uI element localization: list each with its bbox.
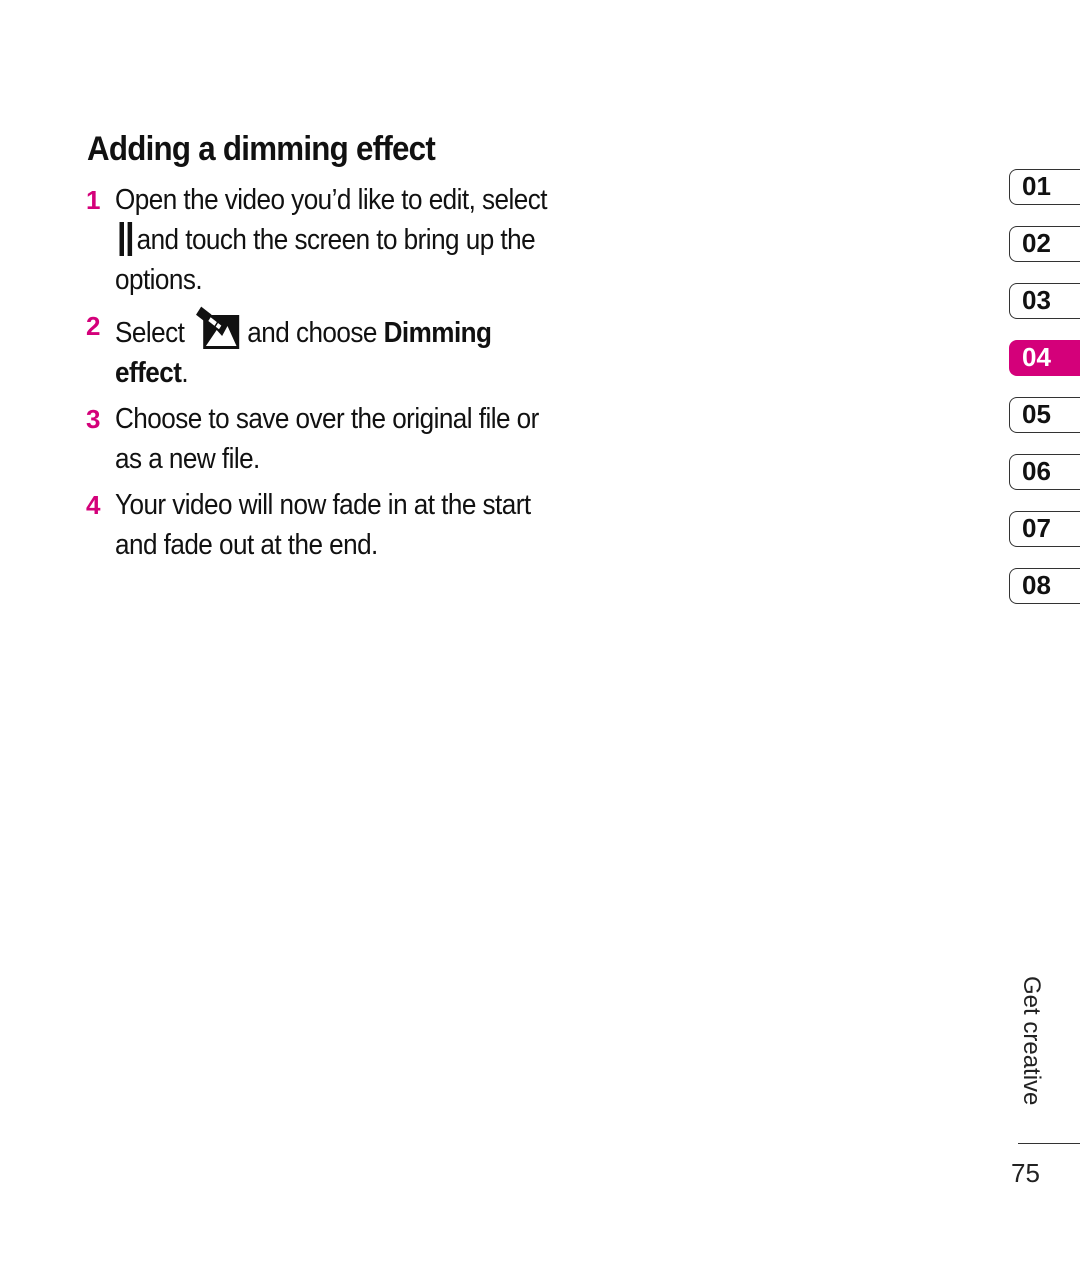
step-4: 4 Your video will now fade in at the sta… [86,485,556,565]
chapter-tab-06[interactable]: 06 [1009,454,1080,490]
chapter-tabs: 01 02 03 04 05 06 07 08 [1009,169,1080,625]
step-1: 1 Open the video you’d like to edit, sel… [86,180,556,300]
step-number: 2 [86,311,100,341]
step-text: and touch the screen to bring up the opt… [115,224,536,296]
chapter-tab-01[interactable]: 01 [1009,169,1080,205]
chapter-tab-05[interactable]: 05 [1009,397,1080,433]
step-2: 2 Select and choose Dimming effect. [86,306,556,393]
step-text: Choose to save over the original file or… [115,403,539,475]
page-number: 75 [1011,1158,1040,1188]
step-number: 1 [86,185,100,215]
chapter-tab-04[interactable]: 04 [1009,340,1080,376]
step-number: 3 [86,404,100,434]
step-3: 3 Choose to save over the original file … [86,399,556,479]
chapter-tab-02[interactable]: 02 [1009,226,1080,262]
step-text: Open the video you’d like to edit, selec… [115,184,548,216]
dimming-effect-icon [196,306,240,349]
chapter-tab-07[interactable]: 07 [1009,511,1080,547]
chapter-tab-03[interactable]: 03 [1009,283,1080,319]
step-text: and choose [247,317,377,349]
page-heading: Adding a dimming effect [87,130,436,168]
step-text: Your video will now fade in at the start… [115,489,531,561]
chapter-tab-08[interactable]: 08 [1009,568,1080,604]
step-number: 4 [86,490,100,520]
step-text: Select [115,317,185,349]
section-label: Get creative [1018,976,1045,1106]
footer-divider [1018,1143,1080,1144]
pause-icon [118,222,134,256]
step-list: 1 Open the video you’d like to edit, sel… [86,180,556,571]
